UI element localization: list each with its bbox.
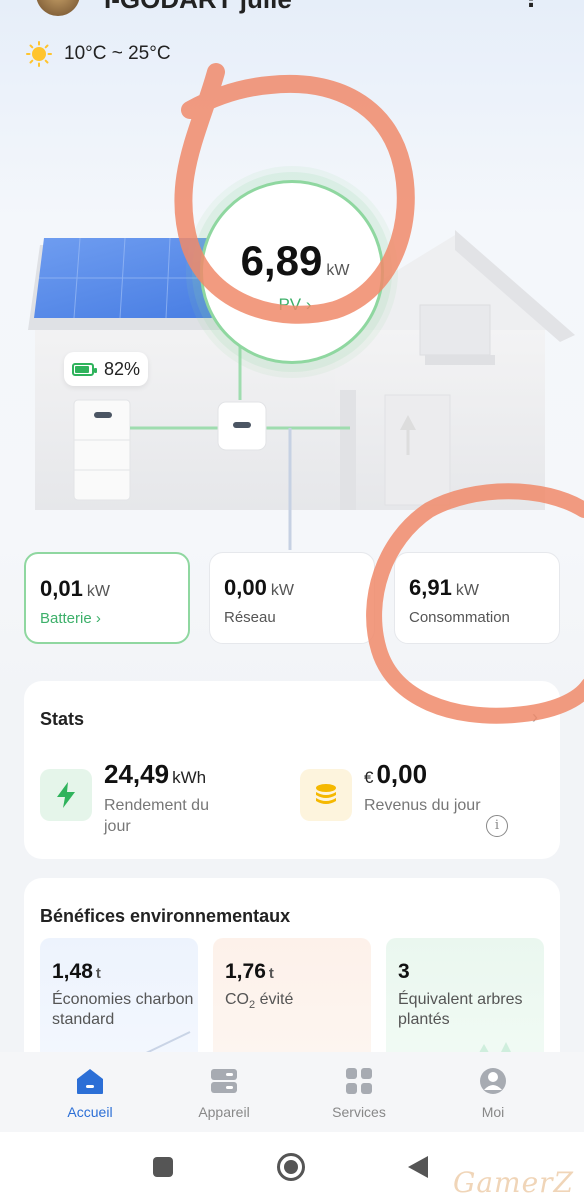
pv-power-unit: kW (326, 262, 350, 279)
consumption-power-value: 6,91 (409, 575, 452, 600)
daily-yield-value: 24,49 (104, 759, 170, 789)
battery-percentage: 82% (104, 358, 141, 379)
co2-label-suffix: évité (255, 991, 294, 1008)
trees-planted-value: 3 (398, 960, 410, 983)
battery-card[interactable]: 0,01 kW Batterie › (24, 552, 190, 644)
pv-power-value: 6,89 (240, 237, 323, 284)
consumption-card-label: Consommation (409, 609, 510, 626)
pv-link[interactable]: PV › (203, 295, 387, 315)
revenue-currency: € (364, 768, 374, 787)
app-screen: I-GODART julie ⋮ 10°C ~ 25°C (0, 0, 584, 1200)
nav-item-services[interactable]: Services (304, 1066, 414, 1120)
coal-saved-value: 1,48 (52, 960, 93, 983)
battery-card-label: Batterie › (40, 610, 101, 627)
daily-yield-unit: kWh (172, 768, 207, 787)
menu-icon[interactable]: ⋮ (520, 0, 550, 11)
co2-avoided-label: CO2 évité (225, 990, 371, 1015)
back-button[interactable] (406, 1154, 430, 1185)
grid-power-unit: kW (270, 582, 294, 599)
weather-temperature: 10°C ~ 25°C (64, 43, 171, 64)
battery-icon (72, 362, 97, 376)
grid-power-value: 0,00 (224, 575, 267, 600)
grid-card[interactable]: 0,00 kW Réseau (209, 552, 375, 644)
coins-icon (300, 769, 352, 821)
daily-revenue-value: 0,00 (376, 759, 428, 789)
nav-item-accueil[interactable]: Accueil (35, 1066, 145, 1120)
stats-title: Stats (40, 709, 85, 729)
profile-icon (478, 1066, 508, 1096)
home-icon (75, 1066, 105, 1096)
pv-power-circle[interactable]: 6,89 kW PV › (200, 180, 384, 364)
nav-label-services: Services (332, 1104, 386, 1120)
weather: 10°C ~ 25°C (26, 40, 171, 68)
watermark: GamerZ (452, 1166, 574, 1199)
co2-avoided-unit: t (268, 965, 274, 982)
trees-planted-label: Équivalent arbres plantés (398, 991, 523, 1028)
co2-avoided-value: 1,76 (225, 960, 266, 983)
environmental-benefits-card[interactable]: Bénéfices environnementaux 1,48 t Économi… (24, 878, 560, 1078)
grid-icon (344, 1066, 374, 1096)
nav-label-accueil: Accueil (67, 1104, 113, 1120)
plant-name[interactable]: I-GODART julie (104, 0, 292, 15)
co2-label-prefix: CO (225, 991, 249, 1008)
grid-card-label: Réseau (224, 609, 276, 626)
nav-label-appareil: Appareil (198, 1104, 250, 1120)
chevron-right-icon[interactable]: › (532, 707, 538, 728)
bottom-navigation: Accueil Appareil Services Moi (0, 1052, 584, 1132)
plant-avatar[interactable] (36, 0, 80, 16)
coal-saved-unit: t (95, 965, 101, 982)
house-scene: 6,89 kW PV › 82% (0, 80, 584, 550)
battery-power-unit: kW (86, 583, 110, 600)
battery-power-value: 0,01 (40, 576, 83, 601)
recent-apps-button[interactable] (152, 1156, 174, 1183)
daily-yield-label: Rendement du jour (104, 797, 209, 835)
nav-item-moi[interactable]: Moi (438, 1066, 548, 1120)
nav-item-appareil[interactable]: Appareil (169, 1066, 279, 1120)
home-button[interactable] (276, 1152, 306, 1187)
coal-saved-label: Économies charbon standard (52, 991, 194, 1028)
nav-label-moi: Moi (481, 1104, 505, 1120)
consumption-power-unit: kW (455, 582, 479, 599)
sun-icon (26, 41, 52, 67)
env-title: Bénéfices environnementaux (40, 906, 291, 926)
battery-level-badge: 82% (64, 352, 148, 386)
top-bar: I-GODART julie ⋮ (0, 0, 584, 22)
consumption-card[interactable]: 6,91 kW Consommation (394, 552, 560, 644)
info-icon[interactable]: i (486, 815, 508, 837)
device-icon (209, 1066, 239, 1096)
daily-revenue-label: Revenus du jour (364, 797, 481, 814)
lightning-icon (40, 769, 92, 821)
stats-card[interactable]: Stats › 24,49 kWh Rendement du jour €0,00… (24, 681, 560, 859)
